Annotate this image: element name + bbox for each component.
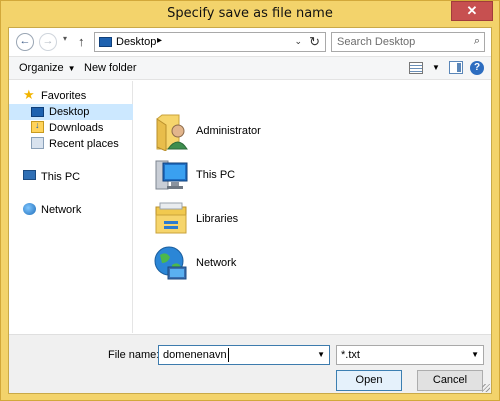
open-button[interactable]: Open bbox=[336, 370, 402, 391]
sidebar-item-this-pc[interactable]: This PC bbox=[23, 169, 123, 185]
file-type-select[interactable]: *.txt ▼ bbox=[336, 345, 484, 365]
sidebar-item-network[interactable]: Network bbox=[23, 202, 123, 218]
search-icon[interactable]: ⌕ bbox=[474, 35, 480, 48]
list-item[interactable]: Libraries bbox=[146, 199, 346, 239]
save-footer: File name: domenenavn ▼ *.txt ▼ Open Can… bbox=[9, 334, 491, 393]
downloads-icon bbox=[31, 120, 44, 133]
sidebar-item-label: Desktop bbox=[49, 106, 90, 118]
address-history-dropdown[interactable]: ⌄ bbox=[294, 36, 302, 47]
user-folder-icon bbox=[156, 114, 188, 151]
recent-places-icon bbox=[31, 137, 44, 149]
address-location[interactable]: Desktop bbox=[116, 36, 156, 48]
address-row: ← → ▾ ↑ Desktop ▸ ⌄ ↻ Search Desktop ⌕ bbox=[9, 28, 491, 56]
up-button[interactable]: ↑ bbox=[78, 34, 85, 49]
dialog-body: ← → ▾ ↑ Desktop ▸ ⌄ ↻ Search Desktop ⌕ O… bbox=[8, 27, 492, 394]
sidebar-item-downloads[interactable]: Downloads bbox=[31, 120, 131, 136]
address-bar[interactable]: Desktop ▸ ⌄ ↻ bbox=[94, 32, 326, 52]
chevron-down-icon: ▼ bbox=[67, 64, 76, 73]
file-name-field[interactable]: domenenavn ▼ bbox=[158, 345, 330, 365]
chevron-right-icon[interactable]: ▸ bbox=[157, 35, 162, 46]
sidebar-item-label: Favorites bbox=[41, 90, 87, 102]
list-item-name: Administrator bbox=[196, 125, 261, 137]
list-item[interactable]: Network bbox=[146, 243, 346, 283]
pc-icon bbox=[23, 170, 36, 180]
back-button[interactable]: ← bbox=[16, 33, 34, 51]
list-item-name: Libraries bbox=[196, 213, 239, 225]
network-globe-icon bbox=[154, 246, 187, 280]
desktop-icon bbox=[99, 37, 112, 47]
star-icon: ★ bbox=[23, 87, 35, 102]
view-options-dropdown[interactable]: ▼ bbox=[432, 63, 440, 72]
organize-button[interactable]: Organize ▼ bbox=[19, 62, 76, 74]
title-bar[interactable]: Specify save as file name ✕ bbox=[1, 1, 499, 27]
forward-button[interactable]: → bbox=[39, 33, 57, 51]
text-caret bbox=[228, 348, 229, 362]
navigation-pane: ★ Favorites Desktop Downloads Recent pla… bbox=[9, 81, 133, 333]
list-item-name: This PC bbox=[196, 169, 236, 181]
desktop-icon bbox=[31, 107, 44, 117]
organize-label: Organize bbox=[19, 62, 64, 74]
sidebar-item-label: This PC bbox=[41, 171, 81, 183]
file-name-label: File name: bbox=[108, 349, 160, 361]
command-toolbar: Organize ▼ New folder ▼ ? bbox=[9, 56, 491, 80]
file-list: Administrator This PC Libraries Network bbox=[134, 81, 491, 333]
list-item[interactable]: This PC bbox=[146, 155, 346, 195]
sidebar-item-favorites[interactable]: ★ Favorites bbox=[23, 88, 123, 104]
window-title: Specify save as file name bbox=[167, 6, 333, 21]
list-item-name: Network bbox=[196, 257, 237, 269]
list-item[interactable]: Administrator bbox=[146, 111, 346, 151]
search-input[interactable]: Search Desktop bbox=[337, 36, 415, 48]
file-name-input[interactable]: domenenavn bbox=[163, 349, 227, 361]
chevron-down-icon[interactable]: ▼ bbox=[471, 350, 479, 359]
save-dialog-window: Specify save as file name ✕ ← → ▾ ↑ Desk… bbox=[0, 0, 500, 401]
sidebar-item-label: Network bbox=[41, 204, 82, 216]
computer-icon bbox=[155, 160, 188, 190]
sidebar-item-recent-places[interactable]: Recent places bbox=[31, 136, 131, 152]
libraries-icon bbox=[155, 202, 187, 234]
recent-locations-dropdown[interactable]: ▾ bbox=[63, 34, 67, 43]
resize-grip[interactable] bbox=[482, 384, 490, 392]
refresh-icon[interactable]: ↻ bbox=[309, 34, 320, 50]
sidebar-item-label: Downloads bbox=[49, 122, 104, 134]
sidebar-item-desktop[interactable]: Desktop bbox=[9, 104, 133, 120]
network-icon bbox=[23, 203, 36, 215]
sidebar-item-label: Recent places bbox=[49, 138, 119, 150]
preview-pane-icon[interactable] bbox=[449, 61, 463, 74]
new-folder-button[interactable]: New folder bbox=[84, 62, 137, 74]
search-box[interactable]: Search Desktop ⌕ bbox=[331, 32, 485, 52]
change-view-icon[interactable] bbox=[409, 62, 423, 74]
cancel-button[interactable]: Cancel bbox=[417, 370, 483, 391]
help-icon[interactable]: ? bbox=[470, 61, 484, 75]
close-button[interactable]: ✕ bbox=[451, 1, 493, 21]
chevron-down-icon[interactable]: ▼ bbox=[317, 350, 325, 359]
file-type-value: *.txt bbox=[341, 349, 360, 361]
